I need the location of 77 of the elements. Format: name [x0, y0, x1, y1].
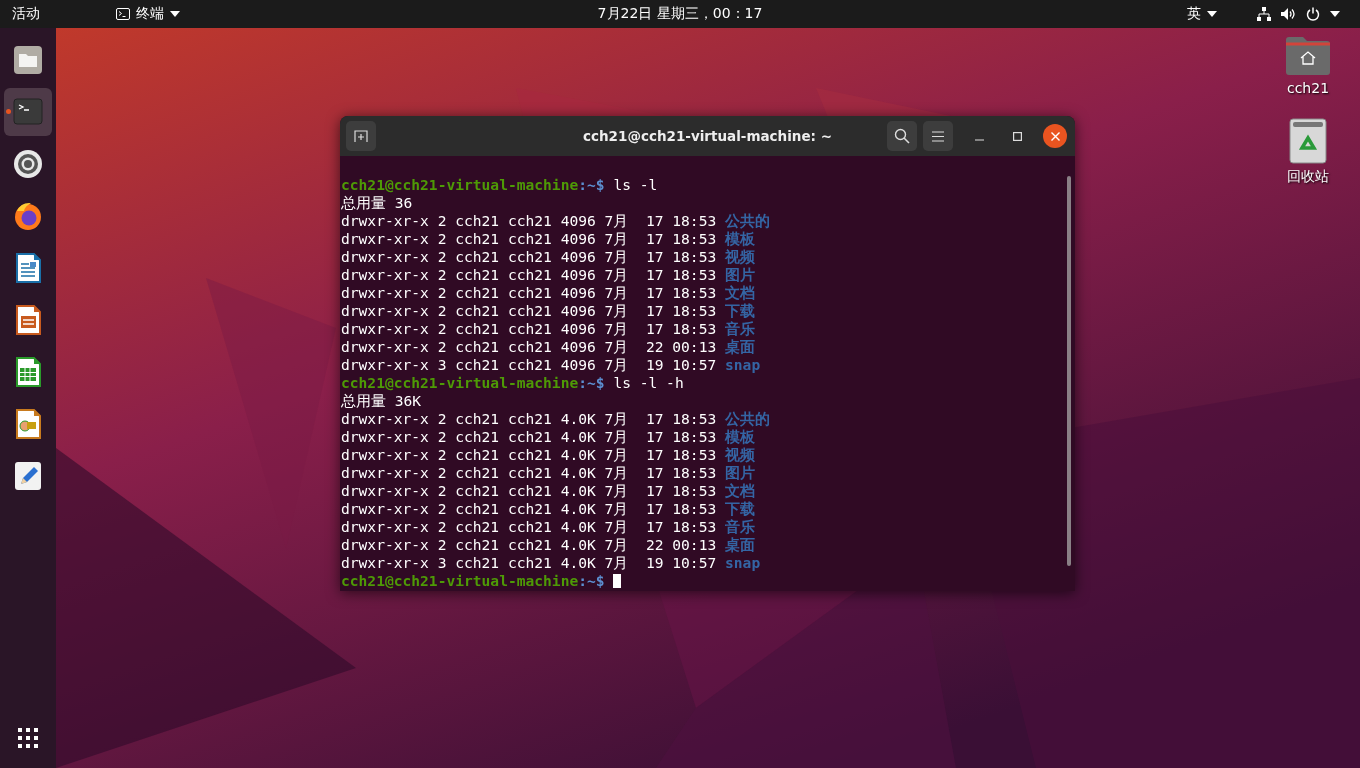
new-tab-icon	[354, 130, 368, 142]
listing-details: drwxr-xr-x 2 cch21 cch21 4.0K 7月 22 00:13	[341, 536, 717, 553]
listing-details: drwxr-xr-x 2 cch21 cch21 4.0K 7月 17 18:53	[341, 446, 717, 463]
trash-icon	[1289, 118, 1327, 164]
terminal-icon	[116, 8, 130, 20]
listing-details: drwxr-xr-x 2 cch21 cch21 4.0K 7月 17 18:53	[341, 518, 717, 535]
prompt-user: cch21@cch21-virtual-machine	[341, 176, 579, 193]
listing-details: drwxr-xr-x 2 cch21 cch21 4.0K 7月 17 18:53	[341, 464, 717, 481]
directory-name: 音乐	[725, 518, 756, 535]
directory-name: 文档	[725, 284, 756, 301]
maximize-icon	[1012, 131, 1022, 141]
directory-name: 图片	[725, 266, 756, 283]
output-text: 总用量 36	[341, 194, 413, 211]
directory-name: 桌面	[725, 338, 756, 355]
clock-button[interactable]: 7月22日 星期三，00：17	[585, 0, 775, 28]
listing-details: drwxr-xr-x 2 cch21 cch21 4096 7月 17 18:53	[341, 320, 717, 337]
directory-name: 公共的	[725, 410, 771, 427]
directory-name: 文档	[725, 482, 756, 499]
directory-name: 公共的	[725, 212, 771, 229]
pencil-icon	[12, 460, 44, 492]
listing-details: drwxr-xr-x 2 cch21 cch21 4.0K 7月 17 18:53	[341, 482, 717, 499]
listing-details: drwxr-xr-x 2 cch21 cch21 4096 7月 17 18:53	[341, 284, 717, 301]
directory-name: 模板	[725, 230, 756, 247]
listing-details: drwxr-xr-x 2 cch21 cch21 4096 7月 17 18:53	[341, 302, 717, 319]
prompt-path: :~$	[578, 572, 605, 589]
listing-details: drwxr-xr-x 2 cch21 cch21 4096 7月 17 18:53	[341, 212, 717, 229]
command-text: ls -l -h	[613, 374, 684, 391]
power-icon	[1306, 7, 1320, 21]
directory-name: 下载	[725, 500, 756, 517]
directory-name: 下载	[725, 302, 756, 319]
prompt-user: cch21@cch21-virtual-machine	[341, 374, 579, 391]
desktop-icon[interactable]: cch21	[1270, 36, 1346, 96]
scrollbar[interactable]	[1067, 176, 1071, 566]
caret-icon	[170, 11, 180, 17]
directory-name: 模板	[725, 428, 756, 445]
directory-name: 音乐	[725, 320, 756, 337]
listing-details: drwxr-xr-x 2 cch21 cch21 4096 7月 17 18:53	[341, 230, 717, 247]
menu-button[interactable]	[923, 121, 953, 151]
output-text: 总用量 36K	[341, 392, 422, 409]
new-tab-button[interactable]	[346, 121, 376, 151]
terminal-icon	[12, 96, 44, 128]
window-title: cch21@cch21-virtual-machine: ~	[583, 128, 832, 144]
home-folder-icon	[1284, 36, 1332, 76]
app-menu-button[interactable]: 终端	[104, 0, 192, 28]
network-icon	[1257, 7, 1271, 21]
caret-icon	[1330, 11, 1340, 17]
directory-name: 视频	[725, 248, 756, 265]
desktop-icon[interactable]: 回收站	[1270, 118, 1346, 186]
activities-button[interactable]: 活动	[0, 0, 52, 28]
command-text: ls -l	[613, 176, 658, 193]
listing-details: drwxr-xr-x 2 cch21 cch21 4096 7月 17 18:53	[341, 266, 717, 283]
directory-name: 视频	[725, 446, 756, 463]
listing-details: drwxr-xr-x 3 cch21 cch21 4096 7月 19 10:57	[341, 356, 717, 373]
directory-name: 桌面	[725, 536, 756, 553]
close-button[interactable]	[1043, 124, 1067, 148]
folder-icon	[12, 44, 44, 76]
directory-name: 图片	[725, 464, 756, 481]
input-method-button[interactable]: 英	[1175, 0, 1229, 28]
directory-name: snap	[725, 554, 761, 571]
listing-details: drwxr-xr-x 2 cch21 cch21 4.0K 7月 17 18:53	[341, 410, 717, 427]
prompt-path: :~$	[578, 374, 605, 391]
volume-icon	[1281, 7, 1296, 21]
listing-details: drwxr-xr-x 2 cch21 cch21 4.0K 7月 17 18:53	[341, 428, 717, 445]
listing-details: drwxr-xr-x 2 cch21 cch21 4.0K 7月 17 18:53	[341, 500, 717, 517]
listing-details: drwxr-xr-x 2 cch21 cch21 4096 7月 17 18:53	[341, 248, 717, 265]
close-icon	[1050, 131, 1060, 141]
listing-details: drwxr-xr-x 2 cch21 cch21 4096 7月 22 00:13	[341, 338, 717, 355]
search-icon	[894, 128, 910, 144]
prompt-user: cch21@cch21-virtual-machine	[341, 572, 579, 589]
minimize-icon	[974, 139, 984, 141]
directory-name: snap	[725, 356, 761, 373]
listing-details: drwxr-xr-x 3 cch21 cch21 4.0K 7月 19 10:57	[341, 554, 717, 571]
search-button[interactable]	[887, 121, 917, 151]
menu-icon	[932, 130, 944, 142]
app-grid-icon	[18, 728, 38, 748]
prompt-path: :~$	[578, 176, 605, 193]
caret-icon	[1207, 11, 1217, 17]
